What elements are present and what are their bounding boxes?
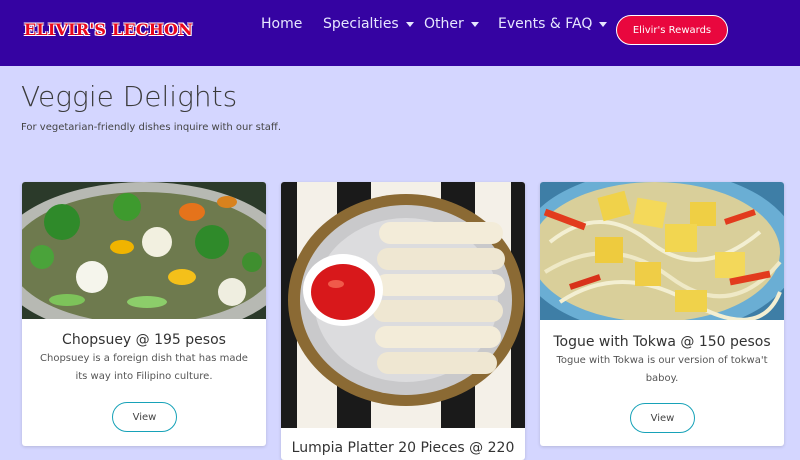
card-title: Lumpia Platter 20 Pieces @ 220 — [291, 440, 515, 456]
nav-home[interactable]: Home — [261, 16, 302, 32]
lumpia-image — [281, 182, 525, 428]
card-description: Chopsuey is a foreign dish that has made… — [40, 353, 248, 382]
menu-card-chopsuey: Chopsuey @ 195 pesos Chopsuey is a forei… — [22, 182, 266, 446]
nav-specialties-label: Specialties — [323, 16, 399, 32]
card-title: Chopsuey @ 195 pesos — [62, 332, 226, 348]
togue-tokwa-image — [540, 182, 784, 320]
page-title: Veggie Delights — [21, 80, 238, 113]
card-description: Togue with Tokwa is our version of tokwa… — [556, 355, 768, 384]
nav-other-label: Other — [424, 16, 464, 32]
menu-card-lumpia: Lumpia Platter 20 Pieces @ 220 — [281, 182, 525, 460]
brand-logo[interactable]: ELIVIR'S LECHON — [24, 20, 193, 39]
menu-card-togue: Togue with Tokwa @ 150 pesos Togue with … — [540, 182, 784, 446]
nav-other-dropdown[interactable]: Other — [424, 16, 479, 32]
caret-down-icon — [599, 21, 608, 27]
view-button[interactable]: View — [630, 403, 695, 433]
rewards-button[interactable]: Elivir's Rewards — [616, 15, 728, 45]
navbar: ELIVIR'S LECHON Home Specialties Other E… — [0, 0, 800, 66]
view-button[interactable]: View — [112, 402, 177, 432]
caret-down-icon — [405, 21, 414, 27]
nav-home-label: Home — [261, 16, 303, 32]
chopsuey-image — [22, 182, 266, 319]
card-title: Togue with Tokwa @ 150 pesos — [553, 334, 771, 350]
nav-specialties-dropdown[interactable]: Specialties — [323, 16, 414, 32]
nav-events-dropdown[interactable]: Events & FAQ — [498, 16, 608, 32]
nav-events-label: Events & FAQ — [498, 16, 593, 32]
page-subtitle: For vegetarian-friendly dishes inquire w… — [21, 122, 281, 133]
caret-down-icon — [470, 21, 479, 27]
